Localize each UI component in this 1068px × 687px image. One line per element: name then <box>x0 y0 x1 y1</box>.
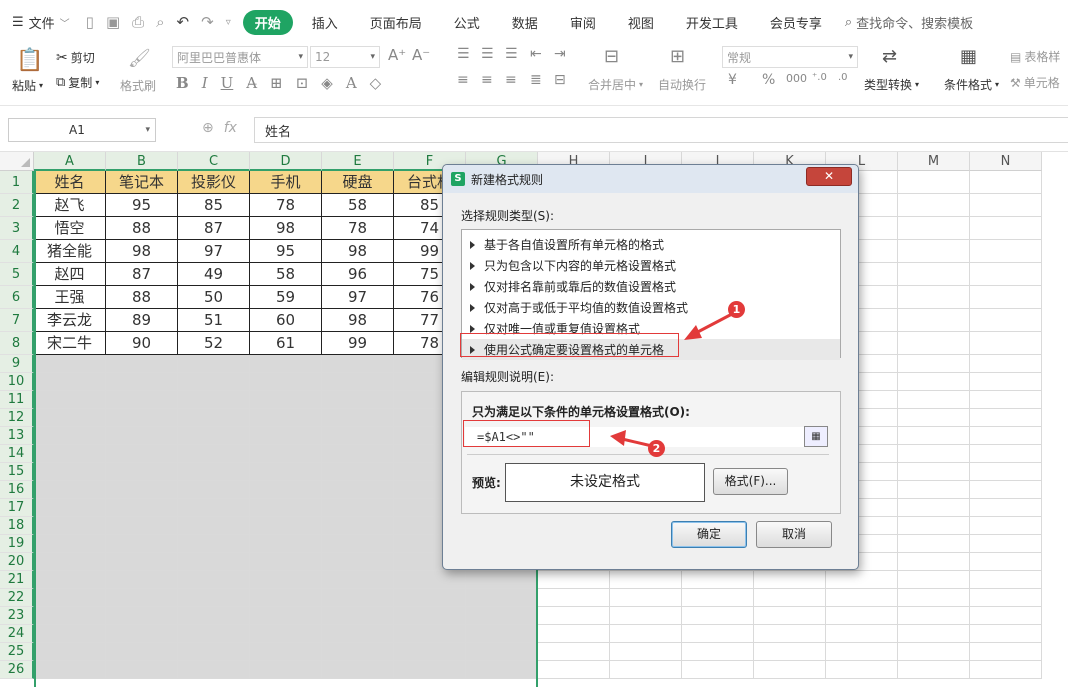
annotation-badge-1: 1 <box>728 301 745 318</box>
annotation-badge-2: 2 <box>648 440 665 457</box>
annotation-arrow-1 <box>610 312 733 448</box>
